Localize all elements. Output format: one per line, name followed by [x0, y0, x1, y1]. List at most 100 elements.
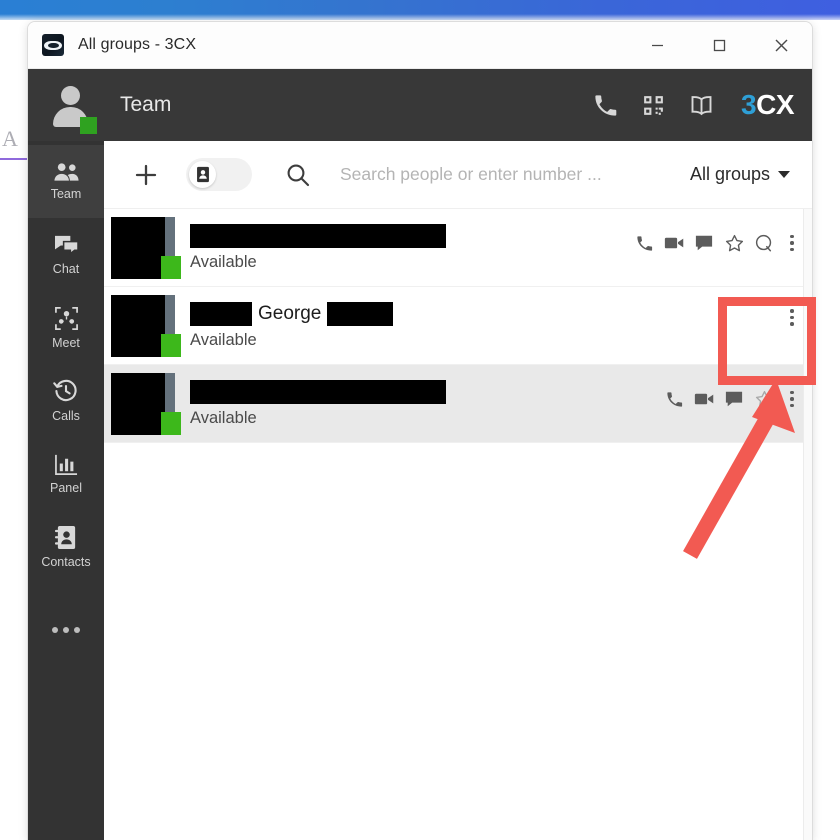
table-row[interactable]: George Available: [104, 287, 812, 365]
kebab-dot: [790, 403, 794, 408]
qr-code-icon[interactable]: [641, 93, 666, 118]
window-controls: [626, 22, 812, 68]
contacts-icon: [54, 525, 75, 549]
sidebar: Team Chat Meet Calls Panel Contacts: [28, 141, 104, 840]
kebab-dot: [790, 234, 794, 239]
contact-name: George: [190, 301, 782, 326]
contact-card-icon: [196, 166, 209, 183]
call-icon[interactable]: [662, 387, 686, 411]
sidebar-item-label: Contacts: [41, 554, 91, 569]
sidebar-item-meet[interactable]: Meet: [28, 291, 104, 364]
sidebar-item-team[interactable]: Team: [28, 145, 104, 218]
star-icon[interactable]: [722, 231, 746, 255]
group-filter-label: All groups: [689, 164, 770, 184]
group-filter-dropdown[interactable]: All groups: [690, 164, 798, 185]
sidebar-item-contacts[interactable]: Contacts: [28, 510, 104, 583]
meet-icon: [54, 306, 78, 330]
sidebar-item-label: Team: [50, 187, 82, 201]
contact-avatar[interactable]: [104, 365, 181, 443]
contacts-toolbar: All groups: [104, 141, 812, 209]
kebab-dot: [790, 390, 794, 395]
background-letter: A: [2, 126, 18, 151]
table-row[interactable]: Available: [104, 209, 812, 287]
more-dot: [74, 627, 80, 633]
3cx-app-icon: [42, 34, 64, 56]
queue-icon[interactable]: [752, 231, 776, 255]
video-icon[interactable]: [692, 387, 716, 411]
search-icon[interactable]: [278, 155, 318, 195]
minimize-button[interactable]: [626, 22, 688, 68]
redaction-bar: [111, 216, 165, 279]
team-icon: [53, 163, 79, 181]
sidebar-item-calls[interactable]: Calls: [28, 364, 104, 437]
contact-name: [190, 223, 632, 248]
chat-icon[interactable]: [692, 231, 716, 255]
contact-avatar[interactable]: [104, 209, 181, 287]
contact-info: Available: [178, 379, 662, 428]
more-dot: [63, 627, 69, 633]
contact-info: George Available: [178, 301, 782, 350]
close-button[interactable]: [750, 22, 812, 68]
sidebar-item-panel[interactable]: Panel: [28, 437, 104, 510]
presence-indicator: [161, 255, 181, 279]
calls-icon: [53, 379, 77, 402]
kebab-dot: [790, 309, 794, 313]
row-actions: [632, 231, 812, 255]
sidebar-item-label: Calls: [52, 409, 80, 423]
chat-icon: [54, 235, 79, 255]
redaction-bar: [190, 223, 446, 248]
panel-icon: [54, 454, 77, 475]
window-title: All groups - 3CX: [78, 36, 197, 53]
app-header: Team 3CX: [28, 69, 812, 141]
app-body: Team Chat Meet Calls Panel Contacts Sear…: [28, 141, 812, 840]
star-icon[interactable]: [752, 387, 776, 411]
toggle-knob: [189, 161, 216, 188]
kebab-menu-icon[interactable]: [782, 234, 802, 252]
contact-presence: Available: [190, 330, 257, 349]
window-titlebar: All groups - 3CX: [28, 22, 812, 69]
chat-icon[interactable]: [722, 387, 746, 411]
contact-avatar[interactable]: [104, 287, 181, 365]
video-icon[interactable]: [662, 231, 686, 255]
contact-name-text: George: [258, 302, 322, 324]
kebab-dot: [790, 315, 794, 319]
redaction-bar: [190, 379, 446, 404]
maximize-button[interactable]: [688, 22, 750, 68]
kebab-menu-icon[interactable]: [782, 390, 802, 408]
contact-view-toggle[interactable]: [186, 158, 252, 191]
kebab-dot: [790, 247, 794, 252]
table-row[interactable]: Available: [104, 365, 812, 443]
contact-info: Available: [178, 223, 632, 272]
sidebar-more-button[interactable]: [28, 599, 104, 661]
contact-presence: Available: [190, 252, 257, 271]
logo-prefix: 3: [741, 89, 757, 120]
avatar[interactable]: [48, 83, 97, 134]
sidebar-item-label: Meet: [52, 335, 80, 350]
3cx-logo: 3CX: [741, 89, 794, 121]
header-actions: 3CX: [592, 89, 794, 121]
list-scrollbar[interactable]: [803, 209, 812, 840]
redaction-bar: [190, 301, 252, 326]
desktop-band-shade: [0, 14, 840, 21]
main-panel: All groups Ava: [104, 141, 812, 840]
sidebar-item-label: Panel: [50, 480, 82, 495]
book-icon[interactable]: [688, 92, 715, 119]
search-input[interactable]: [340, 164, 684, 185]
presence-status-indicator[interactable]: [80, 116, 97, 134]
dialpad-phone-icon[interactable]: [592, 92, 619, 119]
kebab-menu-icon[interactable]: [782, 309, 802, 326]
sidebar-item-chat[interactable]: Chat: [28, 218, 104, 291]
contact-list[interactable]: Available George Available Available: [104, 209, 812, 840]
add-contact-button[interactable]: [126, 155, 166, 195]
redaction-bar: [111, 294, 165, 357]
sidebar-item-label: Chat: [52, 261, 80, 276]
redaction-bar: [111, 372, 165, 435]
kebab-dot: [790, 397, 794, 401]
contact-presence: Available: [190, 408, 257, 427]
logo-suffix: CX: [756, 89, 794, 120]
contact-name: [190, 379, 662, 404]
chevron-down-icon: [778, 171, 790, 178]
call-icon[interactable]: [632, 231, 656, 255]
row-actions: [662, 387, 812, 411]
redaction-bar: [327, 301, 394, 326]
